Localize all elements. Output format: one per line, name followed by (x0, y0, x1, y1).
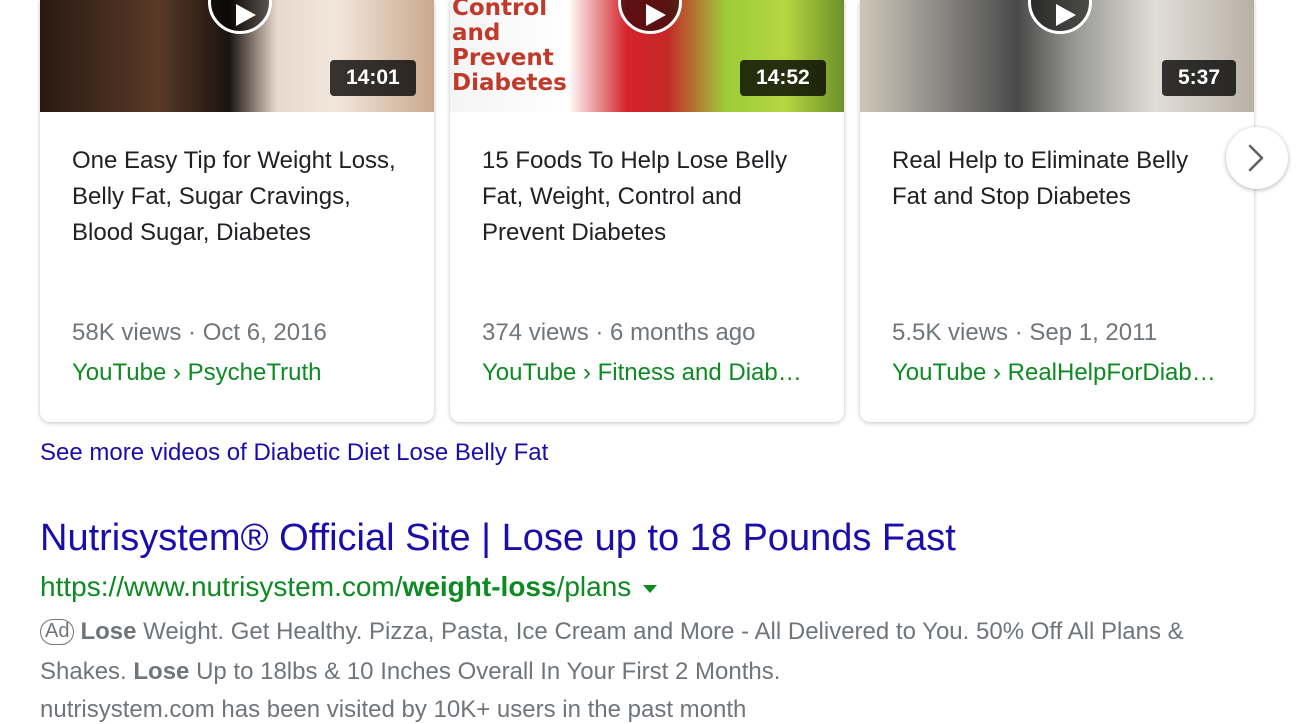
ad-title-link[interactable]: Nutrisystem® Official Site | Lose up to … (40, 514, 956, 562)
video-card[interactable]: 5:37 Real Help to Eliminate Belly Fat an… (860, 0, 1254, 422)
ad-url[interactable]: https://www.nutrisystem.com/weight-loss/… (40, 568, 658, 606)
ad-description: Ad Lose Weight. Get Healthy. Pizza, Pasta… (40, 612, 1260, 692)
ad-url-bold: weight-loss (402, 571, 557, 602)
ad-desc-bold: Lose (133, 658, 190, 685)
see-more-videos-link[interactable]: See more videos of Diabetic Diet Lose Be… (40, 436, 548, 470)
video-meta: 58K views · Oct 6, 2016 (72, 319, 327, 346)
ad-desc-bold: Lose (80, 618, 137, 645)
ad-visits-text: nutrisystem.com has been visited by 10K+… (40, 696, 747, 723)
carousel-next-button[interactable] (1226, 127, 1288, 189)
play-icon[interactable] (1028, 0, 1092, 34)
video-card[interactable]: 14:01 One Easy Tip for Weight Loss, Bell… (40, 0, 434, 422)
video-source: YouTube › RealHelpForDiabetes (892, 359, 1222, 386)
ad-badge: Ad (40, 619, 75, 645)
ad-url-suffix: /plans (556, 571, 632, 602)
ad-url-prefix: https://www.nutrisystem.com/ (40, 571, 403, 602)
video-meta: 5.5K views · Sep 1, 2011 (892, 319, 1158, 346)
play-icon[interactable] (618, 0, 682, 34)
video-thumbnail[interactable]: 14:01 (40, 0, 434, 112)
video-title[interactable]: 15 Foods To Help Lose Belly Fat, Weight,… (482, 143, 812, 251)
thumbnail-caption: Control and Prevent Diabetes (452, 0, 567, 96)
chevron-right-icon (1248, 144, 1264, 172)
video-title[interactable]: Real Help to Eliminate Belly Fat and Sto… (892, 143, 1222, 215)
video-card[interactable]: Control and Prevent Diabetes 14:52 15 Fo… (450, 0, 844, 422)
caret-down-icon[interactable] (643, 584, 658, 593)
video-carousel: 14:01 One Easy Tip for Weight Loss, Bell… (40, 0, 1256, 422)
ad-desc-text: Up to 18lbs & 10 Inches Overall In Your … (189, 658, 781, 685)
video-source: YouTube › Fitness and Diabetes (482, 359, 812, 386)
video-thumbnail[interactable]: 5:37 (860, 0, 1254, 112)
video-title[interactable]: One Easy Tip for Weight Loss, Belly Fat,… (72, 143, 402, 251)
video-duration: 14:52 (740, 60, 826, 96)
video-thumbnail[interactable]: Control and Prevent Diabetes 14:52 (450, 0, 844, 112)
video-meta: 374 views · 6 months ago (482, 319, 756, 346)
video-source: YouTube › PsycheTruth (72, 359, 322, 386)
video-duration: 14:01 (330, 60, 416, 96)
video-duration: 5:37 (1162, 60, 1237, 96)
play-icon[interactable] (208, 0, 272, 34)
